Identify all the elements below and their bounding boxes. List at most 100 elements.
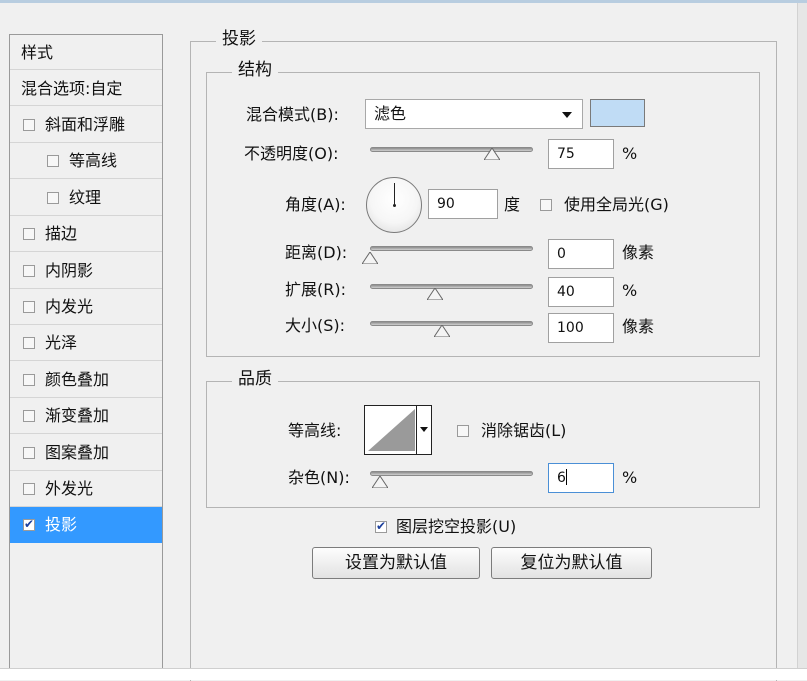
spread-slider-track[interactable] [370, 284, 533, 289]
quality-group [206, 381, 760, 508]
window-right-edge [797, 3, 807, 668]
style-item-label: 内发光 [45, 297, 94, 316]
style-item-checkbox[interactable] [23, 301, 35, 313]
style-item-checkbox[interactable]: ✔ [23, 517, 35, 532]
distance-slider-track[interactable] [370, 246, 533, 251]
angle-label: 角度(A): [285, 195, 346, 214]
style-item-checkbox[interactable] [23, 410, 35, 423]
style-item-checkbox[interactable] [23, 228, 35, 241]
style-item-checkbox[interactable] [47, 155, 59, 168]
opacity-value: 75 [557, 146, 575, 162]
angle-field[interactable]: 90 [428, 189, 498, 219]
opacity-slider-thumb[interactable] [484, 148, 501, 160]
style-item-label: 光泽 [45, 333, 78, 353]
style-list: 样式 混合选项:自定 斜面和浮雕等高线纹理描边内阴影内发光光泽颜色叠加渐变叠加图… [9, 34, 163, 670]
style-list-title: 样式 [10, 35, 162, 70]
style-item-label: 纹理 [69, 187, 102, 207]
angle-dial[interactable] [366, 177, 422, 233]
style-item[interactable]: 图案叠加 [10, 435, 162, 471]
text-caret [565, 469, 567, 485]
contour-picker[interactable] [364, 405, 432, 455]
checkmark-icon: ✔ [376, 519, 387, 533]
style-item-checkbox[interactable] [23, 373, 35, 386]
style-item-checkbox[interactable] [23, 483, 35, 495]
style-item-label: 外发光 [45, 479, 94, 498]
style-item-checkbox[interactable] [23, 264, 35, 277]
reset-default-button[interactable]: 复位为默认值 [491, 547, 652, 579]
style-item[interactable]: 内阴影 [10, 253, 162, 289]
distance-field[interactable]: 0 [548, 239, 614, 269]
angle-dial-hub [393, 204, 396, 207]
style-item[interactable]: 光泽 [10, 325, 162, 362]
angle-dial-hand [394, 183, 395, 206]
size-label: 大小(S): [285, 316, 346, 335]
distance-label: 距离(D): [285, 243, 348, 262]
global-light-checkbox[interactable] [540, 199, 552, 211]
noise-value: 6 [557, 470, 566, 486]
spread-slider-thumb[interactable] [427, 288, 444, 300]
noise-unit: % [622, 468, 638, 487]
style-item-checkbox[interactable] [47, 191, 59, 204]
distance-slider-thumb[interactable] [362, 252, 378, 264]
spread-field[interactable]: 40 [548, 277, 614, 307]
style-item-checkbox[interactable] [23, 119, 35, 131]
style-list-title-text: 样式 [21, 43, 54, 62]
window-top-strip [0, 0, 807, 3]
set-default-button[interactable]: 设置为默认值 [312, 547, 480, 579]
style-item-label: 等高线 [69, 151, 118, 171]
reset-default-button-label: 复位为默认值 [520, 553, 623, 573]
style-item-label: 内阴影 [45, 260, 94, 280]
chevron-down-icon [562, 112, 572, 118]
style-item[interactable]: 外发光 [10, 471, 162, 507]
distance-value: 0 [557, 246, 566, 262]
spread-label: 扩展(R): [285, 280, 346, 299]
style-item-label: 颜色叠加 [45, 369, 110, 389]
style-item[interactable]: 内发光 [10, 289, 162, 325]
size-slider-track[interactable] [370, 321, 533, 326]
checkmark-icon: ✔ [24, 517, 35, 532]
quality-title: 品质 [232, 369, 278, 389]
blend-options-item[interactable]: 混合选项:自定 [10, 71, 162, 106]
global-light-label: 使用全局光(G) [564, 195, 669, 214]
blend-options-label: 混合选项:自定 [21, 79, 123, 98]
antialias-label: 消除锯齿(L) [481, 421, 567, 440]
style-item[interactable]: 颜色叠加 [10, 362, 162, 398]
shadow-color-swatch[interactable] [590, 99, 645, 127]
antialias-checkbox[interactable] [457, 425, 469, 437]
style-item[interactable]: 斜面和浮雕 [10, 107, 162, 143]
style-item-label: 斜面和浮雕 [45, 115, 126, 134]
chevron-down-icon [420, 427, 428, 432]
spread-unit: % [622, 281, 638, 300]
style-item[interactable]: 渐变叠加 [10, 398, 162, 435]
angle-value: 90 [437, 196, 455, 212]
blend-mode-select[interactable]: 滤色 [365, 99, 583, 129]
knockout-label: 图层挖空投影(U) [396, 517, 517, 536]
opacity-slider-track[interactable] [370, 147, 533, 152]
noise-field[interactable]: 6 [548, 463, 614, 493]
style-item[interactable]: 纹理 [10, 180, 162, 216]
style-item[interactable]: 描边 [10, 216, 162, 253]
noise-slider-thumb[interactable] [371, 476, 388, 488]
contour-curve-icon [368, 409, 415, 451]
size-slider-thumb[interactable] [433, 325, 450, 337]
size-value: 100 [557, 320, 584, 336]
style-item-checkbox[interactable] [23, 446, 35, 459]
opacity-field[interactable]: 75 [548, 139, 614, 169]
window-bottom-edge [0, 668, 807, 680]
set-default-button-label: 设置为默认值 [345, 553, 447, 573]
spread-value: 40 [557, 284, 575, 300]
noise-slider-track[interactable] [370, 471, 533, 476]
style-item-label: 描边 [45, 224, 78, 244]
blend-mode-label: 混合模式(B): [246, 105, 339, 124]
style-item[interactable]: ✔ 投影 [10, 507, 162, 544]
style-item-label: 投影 [45, 515, 78, 535]
size-field[interactable]: 100 [548, 313, 614, 343]
style-item-checkbox[interactable] [23, 337, 35, 350]
size-unit: 像素 [622, 317, 655, 336]
style-item[interactable]: 等高线 [10, 143, 162, 180]
angle-unit: 度 [504, 195, 521, 214]
contour-dropdown[interactable] [416, 406, 431, 454]
structure-title: 结构 [232, 60, 278, 80]
opacity-label: 不透明度(O): [244, 144, 339, 163]
knockout-checkbox[interactable]: ✔ [375, 519, 387, 533]
